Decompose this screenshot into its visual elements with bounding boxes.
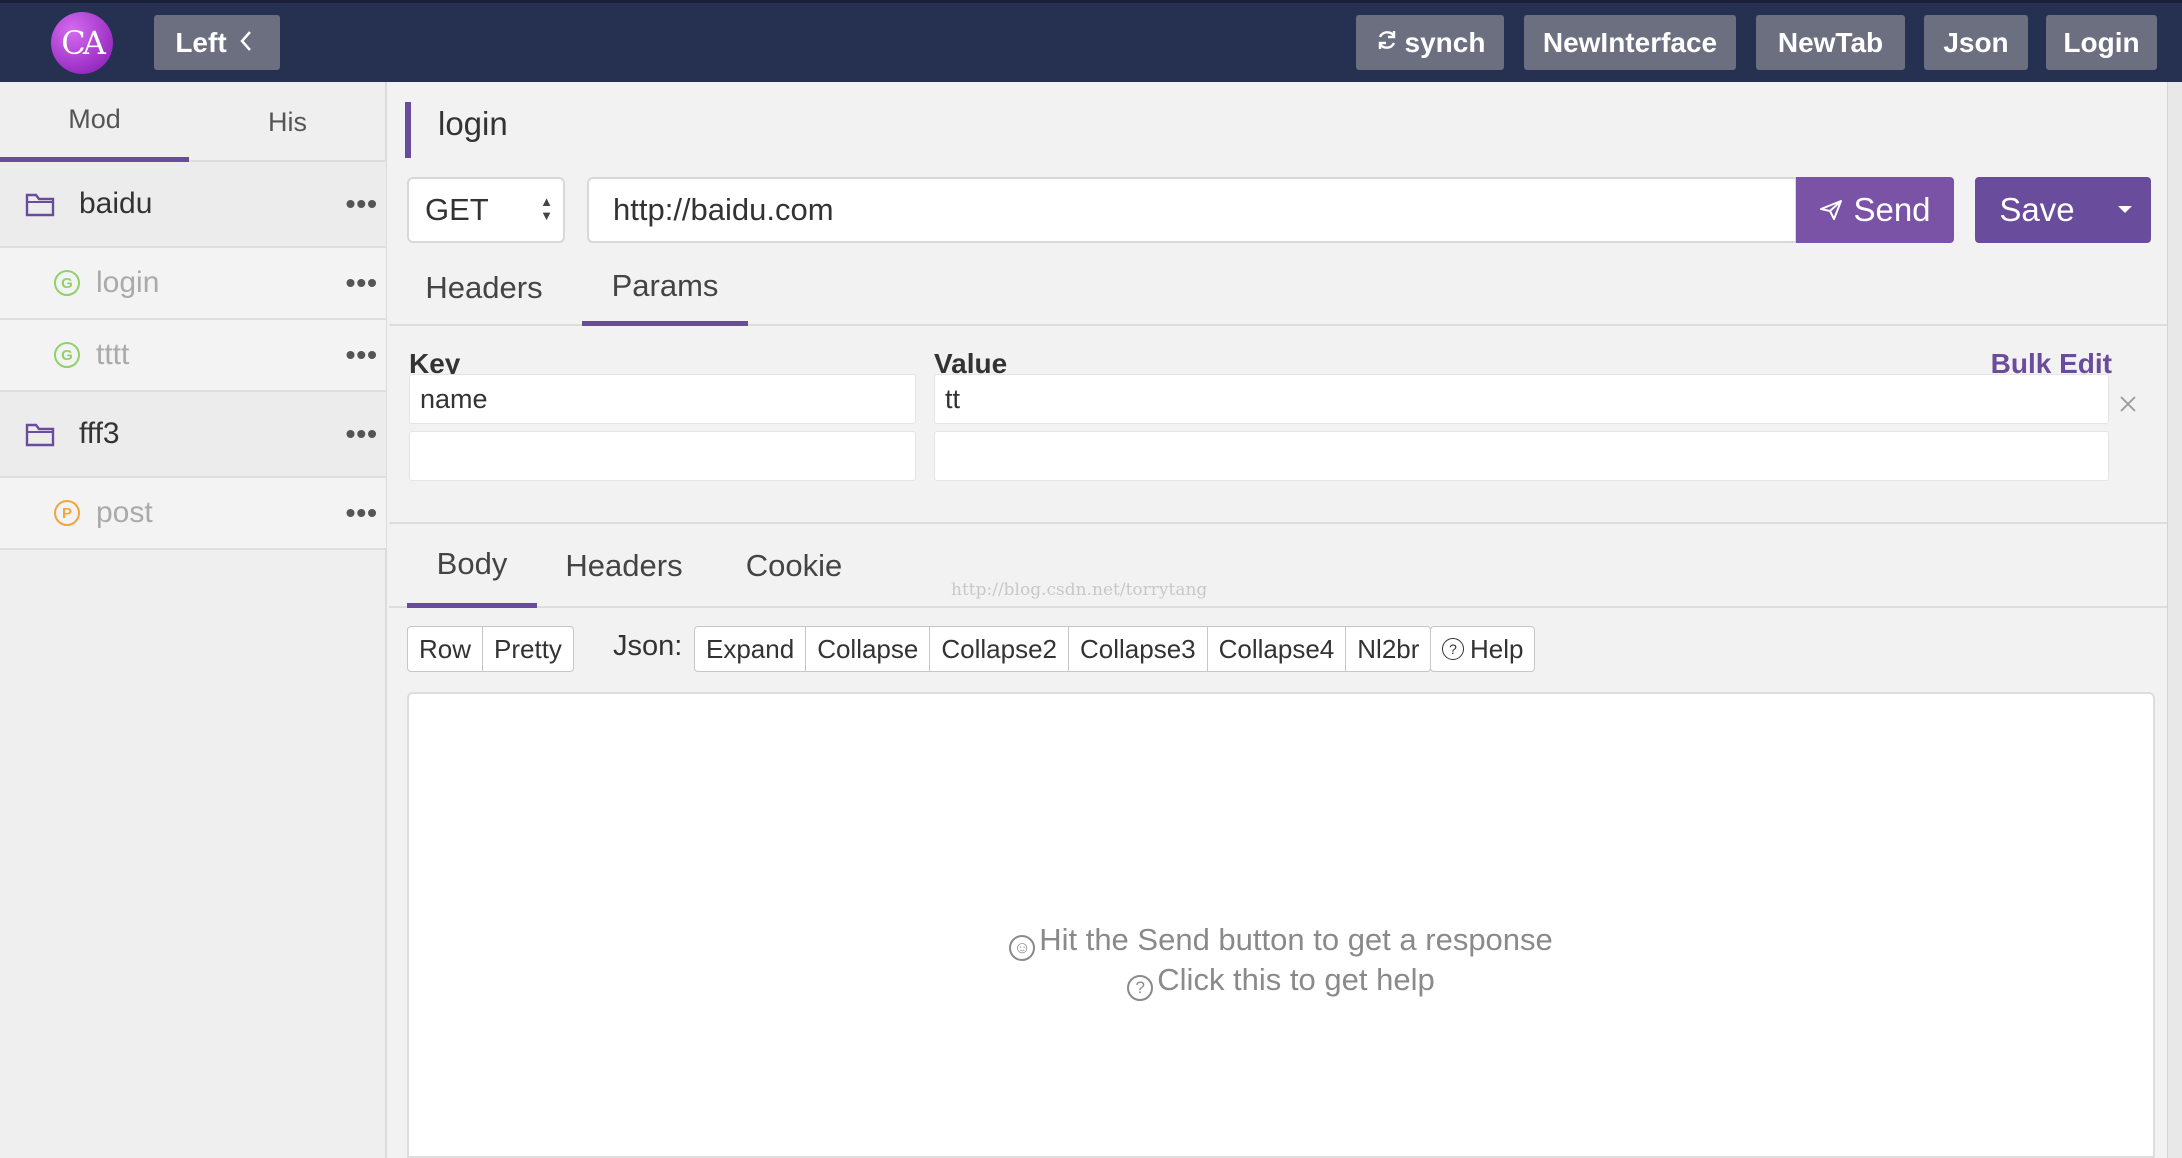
tab-mod[interactable]: Mod xyxy=(0,82,189,162)
toggle-left-button[interactable]: Left xyxy=(154,15,280,70)
params-table: Key Value Bulk Edit name tt xyxy=(389,326,2182,524)
collapse3-button[interactable]: Collapse3 xyxy=(1069,627,1208,671)
get-method-icon: G xyxy=(54,342,80,368)
app-logo: CA xyxy=(51,12,113,74)
json-button[interactable]: Json xyxy=(1924,15,2028,70)
synch-label: synch xyxy=(1404,26,1486,58)
param-value-input[interactable]: tt xyxy=(934,374,2109,424)
page-title: login xyxy=(438,105,508,142)
folder-fff3[interactable]: fff3 ••• xyxy=(0,392,386,478)
help-label: Help xyxy=(1470,633,1524,664)
collapse-button[interactable]: Collapse xyxy=(806,627,931,671)
post-method-icon: P xyxy=(54,500,80,526)
folder-icon xyxy=(25,421,55,447)
json-label: Json: xyxy=(613,630,683,662)
vertical-scrollbar[interactable] xyxy=(2167,82,2182,1158)
sidebar: Mod His baidu ••• G login ••• G tttt •••… xyxy=(0,82,387,1158)
more-icon[interactable]: ••• xyxy=(346,339,378,371)
title-accent xyxy=(405,102,411,158)
help-button[interactable]: ? Help xyxy=(1431,627,1534,671)
refresh-icon xyxy=(1375,27,1405,59)
param-key-input[interactable]: name xyxy=(409,374,916,424)
help-hint[interactable]: ? Click this to get help xyxy=(409,962,2153,1001)
collapse2-button[interactable]: Collapse2 xyxy=(930,627,1069,671)
tab-body[interactable]: Body xyxy=(407,524,537,608)
url-value: http://baidu.com xyxy=(613,192,834,227)
param-value-input[interactable] xyxy=(934,431,2109,481)
sidebar-item-label: post xyxy=(96,496,153,529)
method-select[interactable]: GET ▲ ▼ xyxy=(407,177,565,243)
tab-cookie[interactable]: Cookie xyxy=(734,524,854,608)
row-button[interactable]: Row xyxy=(408,627,484,671)
help-circle-icon: ? xyxy=(1127,975,1154,1001)
smiley-icon: ☺ xyxy=(1009,935,1036,961)
delete-param-icon[interactable] xyxy=(2120,386,2136,420)
sidebar-item-tttt[interactable]: G tttt ••• xyxy=(0,320,386,392)
new-tab-button[interactable]: NewTab xyxy=(1756,15,1905,70)
get-method-icon: G xyxy=(54,270,80,296)
json-actions-group: Expand Collapse Collapse2 Collapse3 Coll… xyxy=(694,626,1432,672)
param-key-value: name xyxy=(420,383,488,414)
expand-button[interactable]: Expand xyxy=(695,627,807,671)
folder-icon xyxy=(25,191,55,217)
new-interface-button[interactable]: NewInterface xyxy=(1524,15,1736,70)
more-icon[interactable]: ••• xyxy=(346,188,378,220)
view-mode-group: Row Pretty xyxy=(407,626,574,672)
collapse4-button[interactable]: Collapse4 xyxy=(1208,627,1347,671)
synch-button[interactable]: synch xyxy=(1356,15,1504,70)
folder-baidu[interactable]: baidu ••• xyxy=(0,162,386,248)
sidebar-tabs: Mod His xyxy=(0,82,386,162)
tab-headers[interactable]: Headers xyxy=(407,250,561,326)
more-icon[interactable]: ••• xyxy=(346,497,378,529)
request-tabs: Headers Params xyxy=(389,250,2182,326)
main-panel: login GET ▲ ▼ http://baidu.com Send Save … xyxy=(389,82,2182,1158)
sidebar-item-label: tttt xyxy=(96,338,130,371)
send-hint-text: Hit the Send button to get a response xyxy=(1039,922,1553,957)
more-icon[interactable]: ••• xyxy=(346,267,378,299)
tab-his[interactable]: His xyxy=(189,82,386,162)
send-hint: ☺ Hit the Send button to get a response xyxy=(409,922,2153,961)
tab-params[interactable]: Params xyxy=(582,250,748,326)
caret-down-icon xyxy=(2117,205,2133,215)
toggle-left-label: Left xyxy=(175,26,227,58)
more-icon[interactable]: ••• xyxy=(346,418,378,450)
paper-plane-icon xyxy=(1819,199,1843,221)
help-circle-icon: ? xyxy=(1442,638,1464,660)
pretty-button[interactable]: Pretty xyxy=(483,627,573,671)
method-value: GET xyxy=(425,192,489,227)
folder-label: baidu xyxy=(79,187,153,220)
response-tabs: Body Headers Cookie xyxy=(389,524,2182,608)
sidebar-item-login[interactable]: G login ••• xyxy=(0,248,386,320)
watermark: http://blog.csdn.net/torrytang xyxy=(951,580,1208,600)
chevron-left-icon xyxy=(239,27,259,59)
save-button[interactable]: Save xyxy=(1975,177,2099,243)
select-arrows-icon: ▲ ▼ xyxy=(540,194,553,223)
save-dropdown-button[interactable] xyxy=(2099,177,2151,243)
folder-label: fff3 xyxy=(79,417,120,450)
send-button[interactable]: Send xyxy=(1796,177,1954,243)
param-key-input[interactable] xyxy=(409,431,916,481)
response-body: ☺ Hit the Send button to get a response ?… xyxy=(407,692,2155,1158)
url-input[interactable]: http://baidu.com xyxy=(587,177,1797,243)
help-group: ? Help xyxy=(1430,626,1536,672)
top-bar: CA Left synch NewInterface NewTab Json L… xyxy=(0,0,2182,82)
send-label: Send xyxy=(1853,191,1931,228)
param-value-value: tt xyxy=(945,383,961,414)
nl2br-button[interactable]: Nl2br xyxy=(1346,627,1430,671)
login-button[interactable]: Login xyxy=(2046,15,2157,70)
help-hint-text: Click this to get help xyxy=(1157,962,1435,997)
tab-response-headers[interactable]: Headers xyxy=(559,524,689,608)
sidebar-item-post[interactable]: P post ••• xyxy=(0,478,386,550)
sidebar-item-label: login xyxy=(96,266,160,299)
